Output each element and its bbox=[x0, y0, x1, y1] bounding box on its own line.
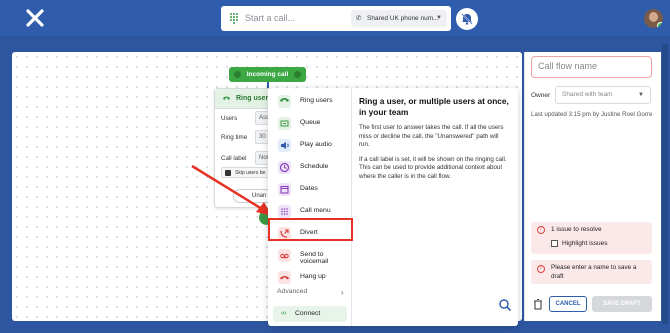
save-draft-button[interactable]: SAVE DRAFT bbox=[592, 296, 652, 312]
zoom-icon[interactable] bbox=[498, 298, 512, 312]
alert-icon: ! bbox=[537, 226, 545, 234]
menu-item-send-to-voicemail[interactable]: Send to voicemail bbox=[272, 246, 348, 265]
phone-ring-icon bbox=[278, 95, 291, 108]
highlight-issues-label[interactable]: Highlight issues bbox=[562, 240, 608, 247]
keypad-icon bbox=[278, 205, 291, 218]
alert-icon: ! bbox=[537, 265, 545, 273]
divert-highlight-box bbox=[268, 218, 353, 241]
description-paragraph: The first user to answer takes the call.… bbox=[359, 124, 504, 149]
description-paragraph: If a call label is set, it will be shown… bbox=[359, 155, 507, 180]
call-flow-name-input[interactable]: Call flow name bbox=[531, 56, 652, 78]
queue-icon bbox=[278, 117, 291, 130]
error-text: Please enter a name to save a draft bbox=[551, 264, 637, 280]
step-description: Ring a user, or multiple users at once, … bbox=[359, 96, 509, 182]
speaker-icon bbox=[278, 139, 291, 152]
menu-item-schedule[interactable]: Schedule bbox=[272, 158, 348, 177]
hangup-icon bbox=[278, 271, 291, 284]
step-menu: Ring users Queue Play audio Schedule Dat… bbox=[268, 88, 352, 326]
chevron-right-icon[interactable]: › bbox=[341, 288, 344, 297]
voicemail-icon bbox=[278, 249, 291, 262]
owner-select[interactable]: Shared with team ▼ bbox=[555, 86, 651, 104]
menu-item-ring-users[interactable]: Ring users bbox=[272, 92, 348, 111]
clock-icon bbox=[278, 161, 291, 174]
last-updated-text: Last updated 3:15 pm by Justine Roel Gor… bbox=[531, 111, 653, 118]
link-icon: ∞ bbox=[281, 310, 286, 317]
advanced-section-label[interactable]: Advanced bbox=[277, 288, 307, 295]
issues-box: ! 1 issue to resolve Highlight issues bbox=[531, 222, 652, 254]
owner-label: Owner bbox=[531, 92, 551, 99]
menu-item-play-audio[interactable]: Play audio bbox=[272, 136, 348, 155]
step-picker-popover: Ring users Queue Play audio Schedule Dat… bbox=[268, 88, 518, 326]
error-message-box: ! Please enter a name to save a draft bbox=[531, 260, 652, 284]
description-heading: Ring a user, or multiple users at once, … bbox=[359, 96, 509, 117]
cancel-button[interactable]: CANCEL bbox=[549, 296, 587, 312]
menu-item-hang-up[interactable]: Hang up bbox=[272, 268, 348, 287]
calendar-icon bbox=[278, 183, 291, 196]
chevron-down-icon: ▼ bbox=[638, 92, 644, 98]
flow-settings-panel: Call flow name Owner Shared with team ▼ … bbox=[524, 52, 661, 321]
menu-item-queue[interactable]: Queue bbox=[272, 114, 348, 133]
trash-icon[interactable] bbox=[533, 298, 543, 310]
menu-item-dates[interactable]: Dates bbox=[272, 180, 348, 199]
highlight-issues-checkbox[interactable] bbox=[551, 240, 558, 247]
issue-count-text: 1 issue to resolve bbox=[551, 226, 602, 233]
menu-item-connect[interactable]: ∞ Connect bbox=[273, 306, 347, 322]
